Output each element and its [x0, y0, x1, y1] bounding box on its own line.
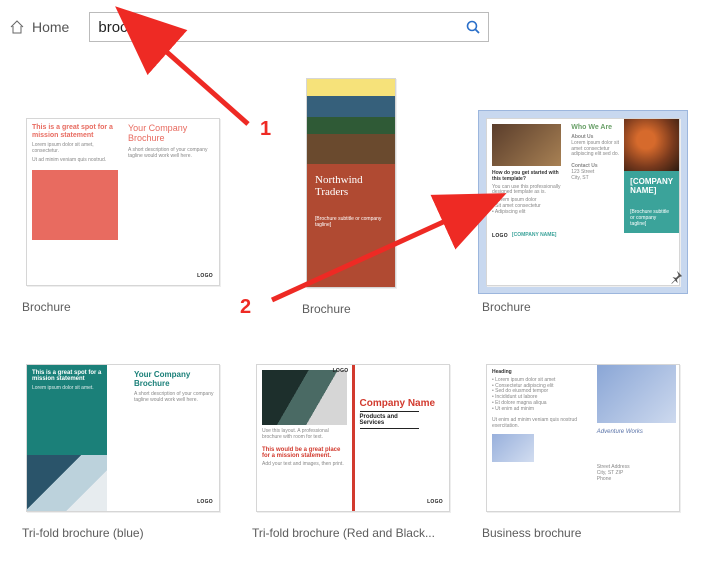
annotation-number-2: 2 [240, 296, 251, 319]
annotation-number-1: 1 [260, 118, 271, 141]
template-caption: Business brochure [478, 520, 688, 554]
template-thumbnail: This is a great spot for a mission state… [26, 118, 220, 286]
template-thumbnail: This is a great spot for a mission state… [26, 364, 220, 512]
logo-placeholder: LOGO [197, 499, 213, 505]
template-thumbnail: Northwind Traders [Brochure subtitle or … [306, 78, 396, 288]
gallery-row: This is a great spot for a mission state… [18, 70, 691, 330]
home-link[interactable]: Home [32, 19, 69, 35]
template-item[interactable]: Heading • Lorem ipsum dolor sit amet• Co… [478, 356, 688, 554]
products-services-label: Products and Services [360, 411, 419, 429]
home-icon[interactable] [8, 18, 26, 36]
section-heading: Who We Are [571, 124, 619, 131]
pin-icon[interactable] [669, 270, 683, 289]
photo-placeholder [307, 79, 395, 164]
company-title: Company Name [360, 398, 445, 409]
company-small: [COMPANY NAME] [512, 233, 557, 239]
photo-placeholder [597, 365, 676, 423]
photo-placeholder [492, 124, 561, 166]
template-item-selected[interactable]: How do you get started with this templat… [478, 110, 688, 330]
template-caption: Tri-fold brochure (blue) [18, 520, 228, 554]
company-title: Your Company Brochure [134, 370, 214, 388]
template-item[interactable]: This is a great spot for a mission state… [18, 356, 228, 554]
company-title: Northwind Traders [315, 174, 387, 198]
template-item[interactable]: LOGO Use this layout. A professional bro… [248, 356, 458, 554]
logo-placeholder: LOGO [427, 499, 443, 505]
top-bar: Home [0, 0, 701, 42]
photo-placeholder [492, 434, 534, 462]
subtitle-text: [Brochure subtitle or company tagline] [315, 216, 387, 228]
template-caption: Brochure [18, 294, 228, 328]
gallery-row: This is a great spot for a mission state… [18, 356, 691, 554]
tagline-text: This is a great spot for a mission state… [32, 370, 102, 382]
logo-placeholder: LOGO [197, 273, 213, 279]
template-gallery: This is a great spot for a mission state… [18, 70, 691, 554]
search-icon [465, 19, 481, 35]
photo-placeholder [624, 119, 679, 171]
search-button[interactable] [458, 13, 488, 41]
photo-placeholder [27, 455, 107, 511]
template-item[interactable]: Northwind Traders [Brochure subtitle or … [248, 70, 458, 330]
question-heading: How do you get started with this templat… [492, 171, 561, 183]
search-input[interactable] [90, 19, 458, 36]
template-item[interactable]: This is a great spot for a mission state… [18, 110, 228, 330]
template-caption: Brochure [478, 294, 688, 328]
template-caption: Tri-fold brochure (Red and Black... [248, 520, 458, 554]
template-thumbnail: LOGO Use this layout. A professional bro… [256, 364, 450, 512]
photo-placeholder [262, 370, 347, 425]
template-caption: Brochure [298, 296, 458, 330]
search-box [89, 12, 489, 42]
tagline-text: This would be a great place for a missio… [262, 447, 347, 459]
logo-placeholder: LOGO [333, 368, 349, 374]
subtitle-text: [Brochure subtitle or company tagline] [630, 209, 673, 227]
tagline-text: This is a great spot for a mission state… [32, 124, 118, 139]
template-thumbnail: How do you get started with this templat… [486, 118, 680, 286]
company-title: [COMPANY NAME] [630, 177, 673, 195]
logo-placeholder: LOGO [492, 233, 508, 239]
template-thumbnail: Heading • Lorem ipsum dolor sit amet• Co… [486, 364, 680, 512]
company-title: Your Company Brochure [128, 124, 214, 144]
company-title: Adventure Works [597, 429, 676, 435]
